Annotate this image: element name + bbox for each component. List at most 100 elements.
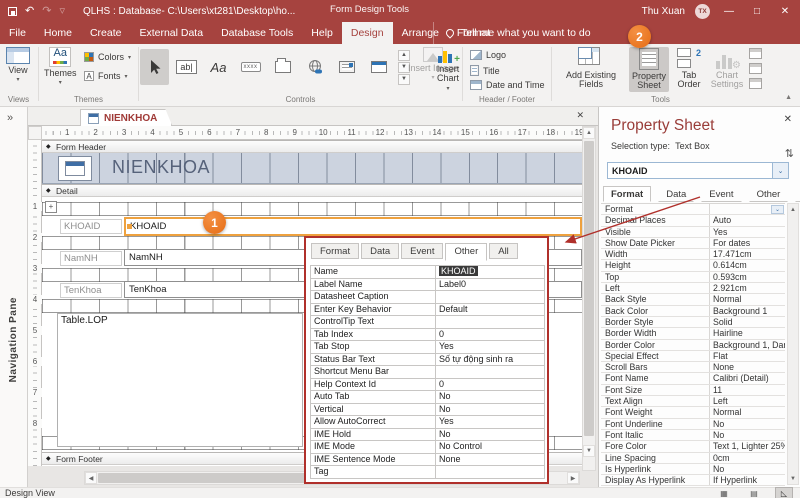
property-value[interactable]: No⌄: [709, 418, 785, 429]
property-row[interactable]: Border Color Background 1, Darker⌄: [601, 339, 785, 351]
field-label-khoaid[interactable]: KHOAID: [60, 219, 122, 234]
property-tab[interactable]: Event: [701, 186, 742, 202]
property-value[interactable]: [435, 466, 544, 478]
property-tab[interactable]: Data: [361, 243, 400, 259]
add-existing-fields-button[interactable]: Add Existing Fields: [557, 47, 625, 90]
maximize-button[interactable]: □: [748, 6, 766, 17]
detail-bar[interactable]: ◆ Detail: [42, 184, 582, 197]
property-value[interactable]: No⌄: [709, 429, 785, 441]
undo-icon[interactable]: ↶: [25, 5, 34, 17]
scroll-left-icon[interactable]: ◀: [85, 472, 97, 484]
property-value[interactable]: 0.614cm⌄: [709, 260, 785, 271]
property-value[interactable]: 0: [435, 378, 544, 390]
property-value[interactable]: None: [435, 453, 544, 465]
property-row[interactable]: Left 2.921cm⌄: [601, 283, 785, 295]
property-row[interactable]: Status Bar Text Số tự động sinh ra: [311, 353, 544, 366]
close-panel-icon[interactable]: ✕: [784, 114, 792, 125]
property-row[interactable]: Font Name Calibri (Detail)⌄: [601, 373, 785, 385]
property-value[interactable]: Auto⌄: [709, 215, 785, 226]
property-row[interactable]: Text Align Left⌄: [601, 396, 785, 408]
logo-button[interactable]: Logo: [470, 50, 506, 60]
tell-me-box[interactable]: Tell me what you want to do: [433, 22, 591, 44]
property-tab[interactable]: All: [795, 186, 800, 202]
navigation-pane[interactable]: » Navigation Pane: [0, 107, 28, 487]
property-sheet-button[interactable]: Property Sheet: [629, 47, 669, 92]
property-tab[interactable]: All: [489, 243, 518, 259]
close-button[interactable]: ✕: [776, 6, 794, 17]
property-value[interactable]: No: [435, 428, 544, 440]
property-row[interactable]: Help Context Id 0: [311, 378, 544, 391]
layout-move-handle[interactable]: +: [45, 201, 57, 213]
property-tab[interactable]: Other: [445, 243, 488, 261]
property-value[interactable]: 2.921cm⌄: [709, 283, 785, 294]
property-row[interactable]: Width 17.471cm⌄: [601, 249, 785, 261]
property-row[interactable]: Font Weight Normal⌄: [601, 407, 785, 419]
property-row[interactable]: Border Style Solid⌄: [601, 316, 785, 329]
property-value[interactable]: Hairline⌄: [709, 328, 785, 339]
property-row[interactable]: Special Effect Flat⌄: [601, 350, 785, 363]
property-value[interactable]: [435, 291, 544, 303]
customize-qat-icon[interactable]: ▿: [59, 5, 65, 17]
property-row[interactable]: Back Color Background 1⌄: [601, 305, 785, 317]
property-value[interactable]: Label0: [435, 278, 544, 290]
property-value[interactable]: Background 1, Darker⌄: [709, 339, 785, 350]
property-row[interactable]: Vertical No: [311, 403, 544, 416]
property-value[interactable]: [435, 366, 544, 378]
property-row[interactable]: Visible Yes⌄: [601, 226, 785, 238]
collapse-ribbon-icon[interactable]: ▲: [785, 94, 792, 101]
property-value[interactable]: Default: [435, 303, 544, 315]
status-view-button[interactable]: ▤: [746, 488, 762, 498]
field-label-namnh[interactable]: NamNH: [60, 251, 122, 266]
property-row[interactable]: Font Underline No⌄: [601, 418, 785, 430]
status-view-button[interactable]: ▦: [716, 488, 732, 498]
property-value[interactable]: Normal⌄: [709, 407, 785, 418]
property-row[interactable]: Height 0.614cm⌄: [601, 260, 785, 272]
property-value[interactable]: 17.471cm⌄: [709, 249, 785, 260]
scroll-right-icon[interactable]: ▶: [567, 472, 579, 484]
property-value[interactable]: No: [435, 391, 544, 403]
property-value[interactable]: No Control: [435, 441, 544, 453]
property-value[interactable]: Số tự động sinh ra: [435, 353, 544, 365]
object-selector-combobox[interactable]: KHOAID ⌄: [607, 162, 789, 179]
ribbon-tab[interactable]: Create: [81, 22, 131, 44]
avatar[interactable]: TX: [695, 3, 710, 19]
property-tab[interactable]: Format: [311, 243, 360, 259]
size-space-icon[interactable]: [749, 48, 762, 59]
property-row[interactable]: Name KHOAID: [311, 266, 544, 279]
property-value[interactable]: None⌄: [709, 362, 785, 373]
property-row[interactable]: IME Hold No: [311, 428, 544, 441]
ribbon-tab[interactable]: External Data: [130, 22, 212, 44]
property-row[interactable]: Display As Hyperlink If Hyperlink⌄: [601, 475, 785, 487]
colors-button[interactable]: Colors ▾: [84, 52, 131, 62]
subform-control-button[interactable]: [364, 49, 393, 85]
property-tab[interactable]: Format: [603, 186, 652, 202]
property-row[interactable]: Auto Tab No: [311, 391, 544, 404]
form-logo-placeholder[interactable]: [58, 156, 92, 181]
vertical-scrollbar[interactable]: ▲ ▼: [582, 126, 596, 471]
themes-button[interactable]: Aa Themes ▾: [44, 47, 77, 87]
ribbon-tab[interactable]: Home: [35, 22, 81, 44]
property-row[interactable]: ControlTip Text: [311, 316, 544, 329]
minimize-button[interactable]: —: [720, 6, 738, 17]
view-button[interactable]: View ▾: [6, 47, 30, 84]
property-value[interactable]: Normal⌄: [709, 294, 785, 305]
property-value[interactable]: ⌄: [709, 204, 785, 215]
ribbon-tab[interactable]: Help: [302, 22, 342, 44]
property-row[interactable]: IME Mode No Control: [311, 441, 544, 454]
property-value[interactable]: [435, 316, 544, 328]
property-value[interactable]: Yes: [435, 341, 544, 353]
form-header-bar[interactable]: ◆ Form Header: [42, 140, 582, 153]
property-row[interactable]: IME Sentence Mode None: [311, 453, 544, 466]
property-row[interactable]: Tab Stop Yes: [311, 341, 544, 354]
button-control-button[interactable]: xxxx: [236, 49, 265, 85]
property-value[interactable]: Solid⌄: [709, 316, 785, 328]
property-value[interactable]: 0cm⌄: [709, 452, 785, 463]
property-row[interactable]: Line Spacing 0cm⌄: [601, 452, 785, 464]
scroll-up-icon[interactable]: ▲: [788, 204, 798, 215]
property-value[interactable]: Background 1⌄: [709, 305, 785, 316]
property-value[interactable]: Flat⌄: [709, 350, 785, 362]
document-tab-nienkhoa[interactable]: NIENKHOA: [80, 109, 172, 126]
hyperlink-control-button[interactable]: [300, 49, 329, 85]
property-row[interactable]: Show Date Picker For dates⌄: [601, 237, 785, 250]
date-time-button[interactable]: Date and Time: [470, 80, 545, 90]
